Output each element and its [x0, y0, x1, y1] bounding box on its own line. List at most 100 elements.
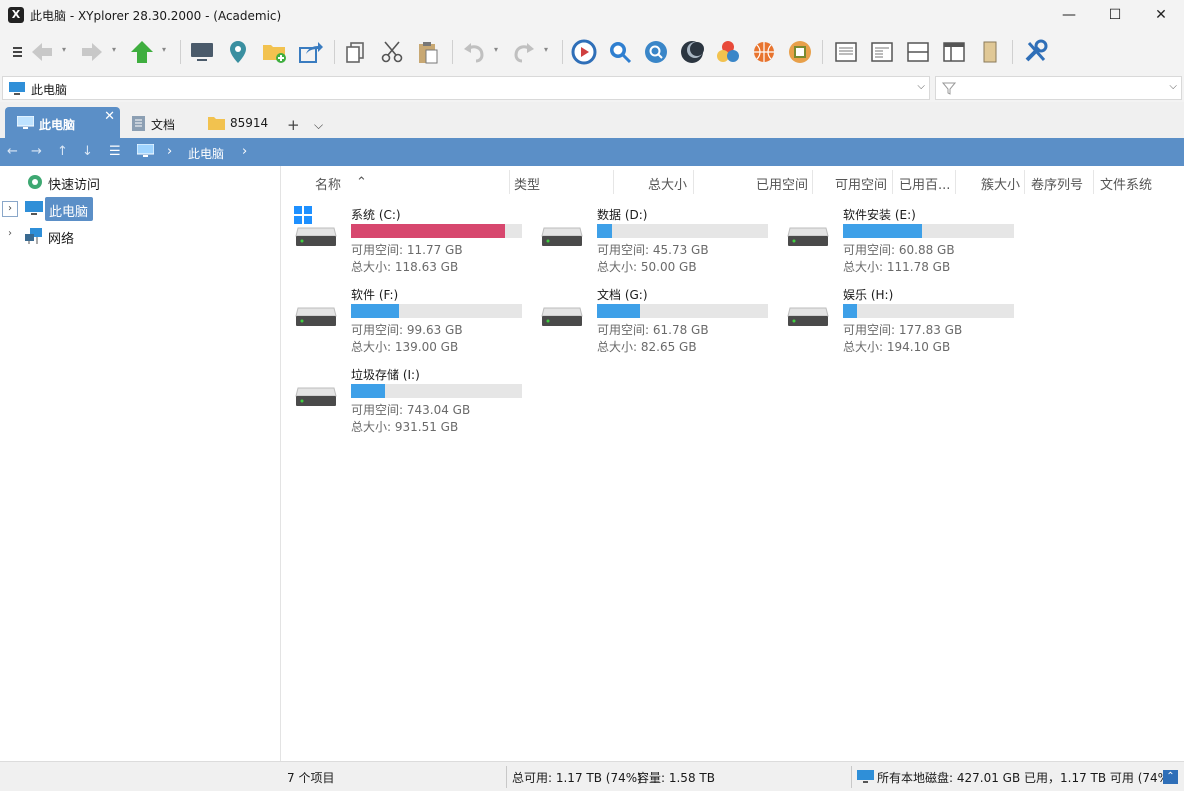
ball-icon[interactable]	[750, 38, 778, 66]
usage-bar	[351, 304, 522, 318]
tree-item-network[interactable]: › 网络	[0, 224, 280, 248]
undo-dropdown-icon[interactable]: ▾	[494, 45, 498, 54]
moon-icon[interactable]	[678, 38, 706, 66]
play-icon[interactable]	[570, 38, 598, 66]
column-separator[interactable]	[1024, 170, 1025, 194]
address-value[interactable]: 此电脑	[31, 81, 67, 98]
filter-box[interactable]: ⌵	[935, 76, 1182, 100]
usage-bar-fill	[843, 224, 922, 238]
drive-item[interactable]: 娱乐 (H:) 可用空间: 177.83 GB 总大小: 194.10 GB	[776, 286, 1016, 356]
up-dropdown-icon[interactable]: ▾	[162, 45, 166, 54]
tab-85914[interactable]: 85914	[204, 107, 274, 138]
tree-item-quick-access[interactable]: 快速访问	[0, 170, 280, 194]
expand-icon[interactable]: ›	[2, 201, 18, 217]
layout-1-icon[interactable]	[832, 38, 860, 66]
drive-item[interactable]: 系统 (C:) 可用空间: 11.77 GB 总大小: 118.63 GB	[284, 206, 524, 276]
undo-icon[interactable]	[460, 38, 488, 66]
back-dropdown-icon[interactable]: ▾	[62, 45, 66, 54]
copy-icon[interactable]	[342, 38, 370, 66]
forward-icon[interactable]	[78, 38, 106, 66]
filter-dropdown-icon[interactable]: ⌵	[1169, 81, 1177, 92]
sort-ascending-icon: ⌃	[356, 175, 367, 190]
usage-bar	[351, 224, 522, 238]
find-icon[interactable]	[642, 38, 670, 66]
minimize-button[interactable]: —	[1046, 0, 1092, 30]
column-separator[interactable]	[892, 170, 893, 194]
box-icon[interactable]	[786, 38, 814, 66]
drive-name: 数据 (D:)	[597, 208, 648, 222]
column-volume-serial[interactable]: 卷序列号	[1031, 174, 1083, 193]
breadcrumb-separator[interactable]: ›	[242, 144, 247, 159]
column-file-system[interactable]: 文件系统	[1100, 174, 1152, 193]
maximize-button[interactable]: ☐	[1092, 0, 1138, 30]
drive-item[interactable]: 垃圾存储 (I:) 可用空间: 743.04 GB 总大小: 931.51 GB	[284, 366, 524, 436]
column-separator[interactable]	[693, 170, 694, 194]
expand-status-button[interactable]: ⌃	[1163, 770, 1178, 784]
drive-item[interactable]: 文档 (G:) 可用空间: 61.78 GB 总大小: 82.65 GB	[530, 286, 770, 356]
add-tab-button[interactable]: +	[287, 116, 300, 134]
usage-bar-fill	[843, 304, 857, 318]
panel-icon[interactable]	[976, 38, 1004, 66]
back-icon[interactable]	[28, 38, 56, 66]
column-free-space[interactable]: 可用空间	[835, 174, 887, 193]
column-used-space[interactable]: 已用空间	[756, 174, 808, 193]
forward-dropdown-icon[interactable]: ▾	[112, 45, 116, 54]
tree-item-this-pc[interactable]: › 此电脑	[0, 197, 280, 221]
cut-icon[interactable]	[378, 38, 406, 66]
column-separator[interactable]	[955, 170, 956, 194]
column-separator[interactable]	[812, 170, 813, 194]
search-icon[interactable]	[606, 38, 634, 66]
status-local-disks: 所有本地磁盘: 427.01 GB 已用，1.17 TB 可用 (74%)	[877, 771, 1174, 785]
usage-bar	[843, 224, 1014, 238]
nav-up-icon[interactable]: ↑	[57, 144, 68, 159]
tree-item-label: 网络	[48, 232, 75, 247]
breadcrumb-menu-icon[interactable]: ☰	[109, 144, 121, 159]
column-separator[interactable]	[613, 170, 614, 194]
column-separator[interactable]	[1093, 170, 1094, 194]
location-pin-icon[interactable]	[224, 38, 252, 66]
column-name[interactable]: 名称	[315, 174, 341, 193]
layout-4-icon[interactable]	[940, 38, 968, 66]
tools-icon[interactable]	[1022, 38, 1050, 66]
computer-icon[interactable]	[188, 38, 216, 66]
up-icon[interactable]	[128, 38, 156, 66]
address-dropdown-icon[interactable]: ⌵	[917, 81, 925, 92]
usage-bar-fill	[351, 224, 505, 238]
tab-label: 文档	[151, 118, 176, 132]
breadcrumb-location[interactable]: 此电脑	[188, 145, 224, 162]
column-total-size[interactable]: 总大小	[648, 174, 687, 193]
paste-icon[interactable]	[414, 38, 442, 66]
tab-label: 85914	[230, 116, 269, 130]
tab-this-pc[interactable]: 此电脑 ✕	[5, 107, 120, 138]
nav-down-icon[interactable]: ↓	[82, 144, 93, 159]
colors-icon[interactable]	[714, 38, 742, 66]
drive-total-size: 总大小: 139.00 GB	[351, 340, 459, 354]
drive-item[interactable]: 软件 (F:) 可用空间: 99.63 GB 总大小: 139.00 GB	[284, 286, 524, 356]
usage-bar-fill	[351, 384, 385, 398]
layout-3-icon[interactable]	[904, 38, 932, 66]
column-cluster-size[interactable]: 簇大小	[981, 174, 1020, 193]
tab-documents[interactable]: 文档	[126, 107, 198, 138]
nav-back-icon[interactable]: ←	[7, 144, 18, 159]
new-folder-icon[interactable]	[260, 38, 288, 66]
column-used-percent[interactable]: 已用百...	[899, 174, 950, 193]
share-icon[interactable]	[296, 38, 324, 66]
status-capacity: 容量: 1.58 TB	[637, 771, 715, 785]
close-tab-icon[interactable]: ✕	[104, 109, 115, 124]
drive-item[interactable]: 软件安装 (E:) 可用空间: 60.88 GB 总大小: 111.78 GB	[776, 206, 1016, 276]
tab-menu-icon[interactable]: ⌵	[314, 118, 323, 133]
breadcrumb-separator[interactable]: ›	[167, 144, 172, 159]
drive-name: 软件安装 (E:)	[843, 208, 916, 222]
hard-drive-icon	[786, 304, 830, 333]
redo-dropdown-icon[interactable]: ▾	[544, 45, 548, 54]
column-type[interactable]: 类型	[514, 174, 540, 193]
redo-icon[interactable]	[510, 38, 538, 66]
menu-icon[interactable]	[4, 38, 22, 66]
layout-2-icon[interactable]	[868, 38, 896, 66]
drive-item[interactable]: 数据 (D:) 可用空间: 45.73 GB 总大小: 50.00 GB	[530, 206, 770, 276]
nav-forward-icon[interactable]: →	[31, 144, 42, 159]
column-separator[interactable]	[509, 170, 510, 194]
expand-icon[interactable]: ›	[8, 228, 12, 239]
close-button[interactable]: ✕	[1138, 0, 1184, 30]
address-bar[interactable]: 此电脑 ⌵	[2, 76, 930, 100]
